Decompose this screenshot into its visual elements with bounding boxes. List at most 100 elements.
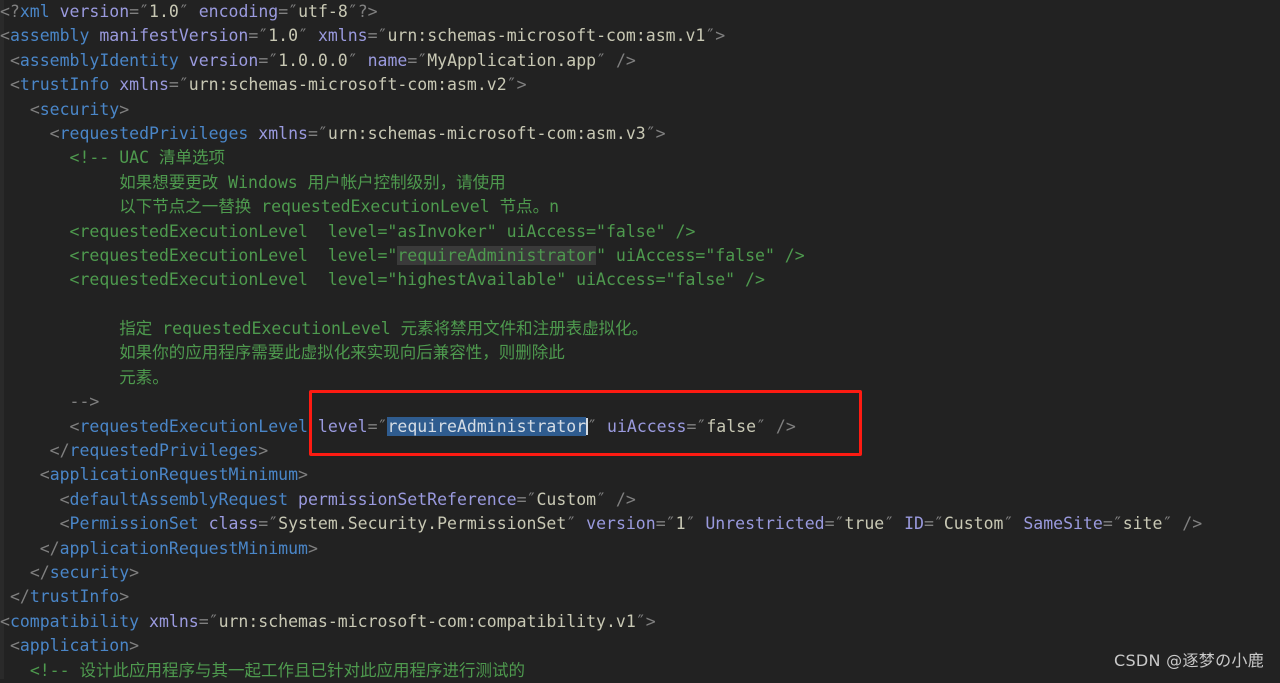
comment-close-token: --> bbox=[69, 392, 100, 412]
token-punct: < bbox=[0, 26, 10, 46]
code-line-26[interactable]: <compatibility xmlns=″urn:schemas-micros… bbox=[0, 610, 1280, 634]
token-punct: ″ /> bbox=[596, 50, 636, 70]
token-punct: =″ bbox=[686, 416, 707, 436]
token-attr-class: class bbox=[208, 514, 259, 534]
token-punct: > bbox=[129, 562, 140, 582]
token-tag-applicationrequestminimum: applicationRequestMinimum bbox=[49, 465, 299, 485]
token-val-version: 1 bbox=[675, 514, 686, 534]
token-attr-manifestversion: manifestVersion bbox=[99, 26, 249, 46]
token-punct: > bbox=[119, 587, 130, 607]
token-punct: ″ bbox=[884, 514, 895, 534]
comment-text: 如果想要更改 Windows 用户帐户控制级别，请使用 bbox=[119, 172, 506, 192]
token-tag-defaultassemblyrequest: defaultAssemblyRequest bbox=[69, 489, 289, 509]
token-punct: < bbox=[9, 50, 20, 70]
comment-text: 如果你的应用程序需要此虚拟化来实现向后兼容性，则删除此 bbox=[119, 343, 565, 363]
token-attr-version: version bbox=[59, 2, 130, 21]
xml-code-editor[interactable]: <?xml version=″1.0″ encoding=″utf-8″?> <… bbox=[0, 0, 1280, 680]
selected-value-requireadministrator[interactable]: requireAdministrator bbox=[387, 416, 587, 436]
token-punct: =″ bbox=[367, 416, 388, 436]
code-line-16[interactable]: 元素。 bbox=[0, 366, 1280, 390]
csdn-watermark: CSDN @逐梦の小鹿 bbox=[1113, 651, 1264, 670]
token-punct: ″ /> bbox=[596, 489, 636, 509]
code-line-21[interactable]: <defaultAssemblyRequest permissionSetRef… bbox=[0, 488, 1280, 512]
token-tag-security: security bbox=[39, 99, 120, 119]
code-line-11[interactable]: <requestedExecutionLevel level="requireA… bbox=[0, 244, 1280, 268]
token-val-uiaccess: false bbox=[706, 416, 757, 436]
token-tag-applicationrequestminimum-close: applicationRequestMinimum bbox=[59, 538, 308, 558]
comment-text: 元素。 bbox=[119, 367, 169, 387]
token-val-class: System.Security.PermissionSet bbox=[278, 514, 567, 534]
token-attr-uiaccess: uiAccess bbox=[607, 416, 687, 436]
code-line-4[interactable]: <trustInfo xmlns=″urn:schemas-microsoft-… bbox=[0, 73, 1280, 97]
code-line-8[interactable]: 如果想要更改 Windows 用户帐户控制级别，请使用 bbox=[0, 171, 1280, 195]
code-line-27[interactable]: <application> bbox=[0, 634, 1280, 658]
token-punct: < bbox=[9, 75, 20, 95]
code-line-22[interactable]: <PermissionSet class=″System.Security.Pe… bbox=[0, 512, 1280, 536]
comment-text: <!-- 设计此应用程序与其一起工作且已针对此应用程序进行测试的 bbox=[29, 660, 525, 680]
token-attr-xmlns: xmlns bbox=[119, 75, 169, 95]
token-val-name: MyApplication.app bbox=[427, 50, 597, 70]
token-punct: < bbox=[9, 636, 20, 656]
code-line-14[interactable]: 指定 requestedExecutionLevel 元素将禁用文件和注册表虚拟… bbox=[0, 317, 1280, 341]
token-attr-version: version bbox=[188, 50, 259, 70]
code-line-15[interactable]: 如果你的应用程序需要此虚拟化来实现向后兼容性，则删除此 bbox=[0, 341, 1280, 365]
token-tag-assembly: assembly bbox=[9, 26, 90, 46]
code-line-6[interactable]: <requestedPrivileges xmlns=″urn:schemas-… bbox=[0, 122, 1280, 146]
token-val-xmlns: urn:schemas-microsoft-com:asm.v2 bbox=[188, 75, 507, 95]
code-content[interactable]: <?xml version=″1.0″ encoding=″utf-8″?> <… bbox=[0, 0, 1280, 683]
token-attr-version: version bbox=[586, 514, 656, 534]
code-line-13-blank[interactable] bbox=[0, 293, 1280, 317]
token-attr-name: name bbox=[367, 50, 408, 70]
token-attr-unrestricted: Unrestricted bbox=[705, 514, 825, 534]
token-attr-id: ID bbox=[904, 514, 924, 534]
token-punct: ″ bbox=[178, 2, 189, 21]
token-punct: ″> bbox=[705, 26, 726, 46]
token-attr-samesite: SameSite bbox=[1023, 514, 1103, 534]
code-line-23[interactable]: </applicationRequestMinimum> bbox=[0, 537, 1280, 561]
code-line-20[interactable]: <applicationRequestMinimum> bbox=[0, 463, 1280, 487]
code-line-1[interactable]: <?xml version=″1.0″ encoding=″utf-8″?> bbox=[0, 0, 1280, 24]
token-tag-assemblyidentity: assemblyIdentity bbox=[19, 50, 179, 70]
token-val-unrestricted: true bbox=[844, 514, 885, 534]
token-punct: </ bbox=[49, 441, 70, 461]
comment-text: " uiAccess="false" /> bbox=[596, 245, 805, 265]
code-line-5[interactable]: <security> bbox=[0, 98, 1280, 122]
code-line-10[interactable]: <requestedExecutionLevel level="asInvoke… bbox=[0, 220, 1280, 244]
token-punct: =″ bbox=[258, 50, 279, 70]
code-line-7[interactable]: <!-- UAC 清单选项 bbox=[0, 146, 1280, 170]
code-line-17[interactable]: --> bbox=[0, 390, 1280, 414]
code-line-2[interactable]: <assembly manifestVersion=″1.0″ xmlns=″u… bbox=[0, 24, 1280, 48]
code-line-9[interactable]: 以下节点之一替换 requestedExecutionLevel 节点。n bbox=[0, 195, 1280, 219]
token-punct: > bbox=[129, 636, 140, 656]
token-punct: ″ bbox=[587, 416, 598, 436]
token-punct: =″ bbox=[129, 2, 150, 21]
code-line-19[interactable]: </requestedPrivileges> bbox=[0, 439, 1280, 463]
token-punct: ″> bbox=[506, 75, 527, 95]
code-line-24[interactable]: </security> bbox=[0, 561, 1280, 585]
token-val-version: 1.0 bbox=[149, 2, 179, 21]
code-line-12[interactable]: <requestedExecutionLevel level="highestA… bbox=[0, 268, 1280, 292]
token-punct: =″ bbox=[307, 123, 328, 143]
code-line-28[interactable]: <!-- 设计此应用程序与其一起工作且已针对此应用程序进行测试的 bbox=[0, 659, 1280, 683]
comment-text: <requestedExecutionLevel level="asInvoke… bbox=[69, 221, 696, 241]
code-line-18[interactable]: <requestedExecutionLevel level=″requireA… bbox=[0, 415, 1280, 439]
token-punct: < bbox=[0, 611, 10, 631]
token-tag-trustinfo: trustInfo bbox=[19, 75, 110, 95]
token-attr-xmlns: xmlns bbox=[258, 123, 308, 143]
token-punct: ″ bbox=[1003, 514, 1014, 534]
token-val-encoding: utf-8 bbox=[298, 2, 348, 21]
code-line-3[interactable]: <assemblyIdentity version=″1.0.0.0″ name… bbox=[0, 49, 1280, 73]
soft-highlight-occurrence[interactable]: requireAdministrator bbox=[397, 245, 597, 265]
token-punct: =″ bbox=[923, 514, 944, 534]
token-tag-permissionset: PermissionSet bbox=[69, 514, 199, 534]
token-punct: ″ bbox=[566, 514, 577, 534]
code-line-25[interactable]: </trustInfo> bbox=[0, 585, 1280, 609]
token-tag-xml: xml bbox=[19, 2, 50, 21]
token-punct: =″ bbox=[367, 26, 388, 46]
